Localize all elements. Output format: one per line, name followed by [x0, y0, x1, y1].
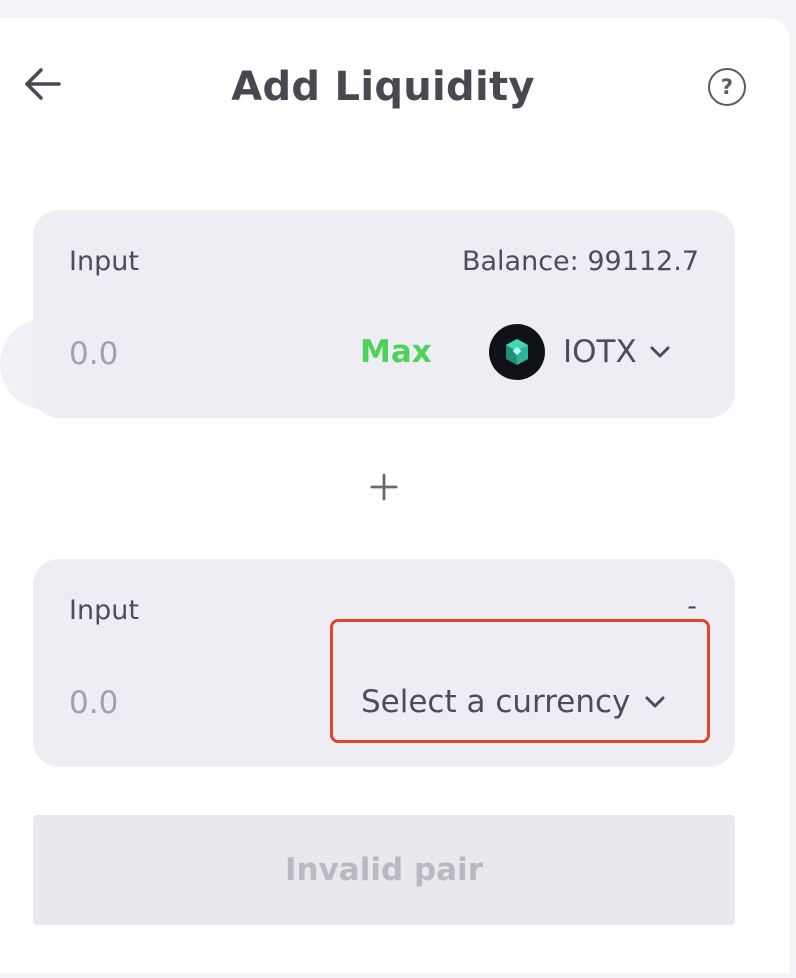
input-b-label: Input: [69, 595, 139, 626]
chevron-down-icon: [649, 345, 671, 359]
select-currency-button[interactable]: Select a currency: [330, 619, 710, 743]
plus-icon: [370, 473, 398, 501]
add-liquidity-page: Add Liquidity ? Input Balance: 99112.7 M…: [0, 0, 796, 978]
select-currency-label: Select a currency: [361, 684, 631, 720]
token-a-symbol: IOTX: [563, 334, 637, 370]
max-button[interactable]: Max: [360, 334, 432, 370]
invalid-pair-button[interactable]: Invalid pair: [33, 815, 735, 925]
help-button[interactable]: ?: [708, 68, 746, 106]
chevron-down-icon: [644, 695, 666, 709]
question-mark-icon: ?: [720, 75, 734, 99]
input-a-amount-field[interactable]: [69, 330, 269, 378]
input-panel-b: Input - Select a currency: [33, 559, 735, 767]
input-a-label: Input: [69, 246, 139, 277]
input-b-amount-field[interactable]: [69, 679, 269, 727]
header: Add Liquidity ?: [0, 50, 796, 130]
iotx-logo-icon: [489, 324, 545, 380]
token-a-selector[interactable]: IOTX: [489, 324, 671, 380]
select-currency-content: Select a currency: [361, 684, 666, 720]
page-title: Add Liquidity: [231, 64, 535, 110]
input-a-balance: Balance: 99112.7: [461, 246, 699, 277]
input-panel-a: Input Balance: 99112.7 Max IOTX: [33, 210, 735, 418]
input-b-balance: -: [687, 591, 697, 622]
